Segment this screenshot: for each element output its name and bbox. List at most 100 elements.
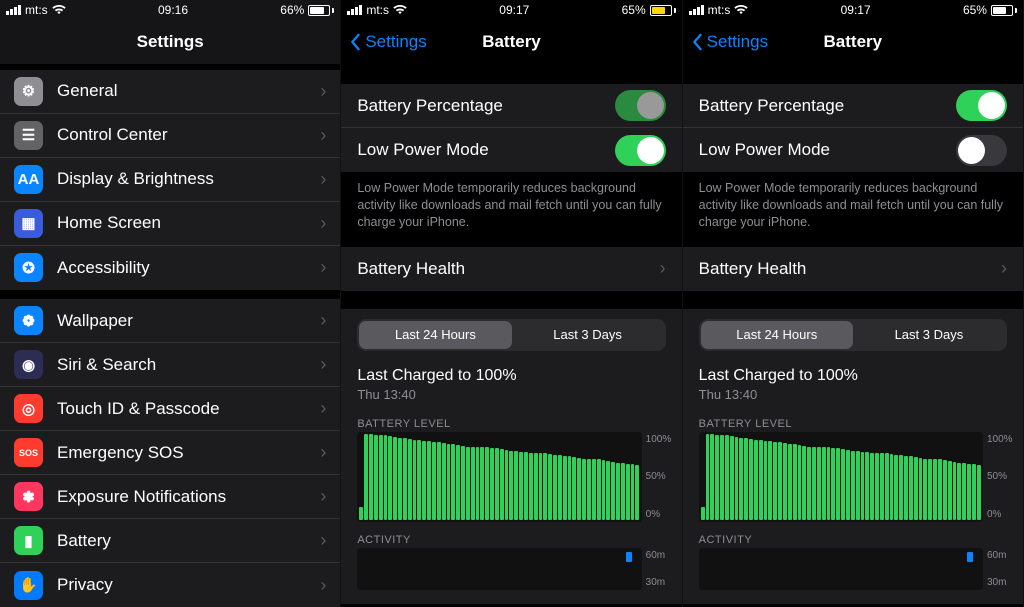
signal-icon [6,5,21,15]
page-title: Settings [137,32,204,52]
segment-last-24-hours[interactable]: Last 24 Hours [701,321,853,349]
segment-last-3-days[interactable]: Last 3 Days [512,321,664,349]
chevron-right-icon: › [320,398,326,419]
settings-row-exposure-notifications[interactable]: ✽ Exposure Notifications› [0,475,340,519]
last-charged-title: Last Charged to 100% [699,367,1007,385]
low-power-description: Low Power Mode temporarily reduces backg… [683,172,1023,247]
home-screen-icon: ▦ [14,209,43,238]
battery-level-yaxis: 100%50%0% [983,432,1019,522]
chevron-right-icon: › [320,575,326,596]
signal-icon [347,5,362,15]
chevron-right-icon: › [320,354,326,375]
settings-row-siri-search[interactable]: ◉ Siri & Search› [0,343,340,387]
last-charged-time: Thu 13:40 [699,387,1007,402]
row-label: Low Power Mode [699,140,956,160]
chevron-right-icon: › [320,257,326,278]
row-label: Exposure Notifications [57,487,320,507]
last-charged-block: Last Charged to 100% Thu 13:40 [341,361,681,412]
battery-icon [650,5,676,16]
carrier-label: mt:s [708,3,731,17]
battery-health-row[interactable]: Battery Health › [683,247,1023,291]
battery-health-row[interactable]: Battery Health › [341,247,681,291]
clock: 09:17 [841,3,871,17]
carrier-label: mt:s [366,3,389,17]
segment-last-24-hours[interactable]: Last 24 Hours [359,321,511,349]
settings-row-emergency-sos[interactable]: SOS Emergency SOS› [0,431,340,475]
low-power-mode-toggle[interactable] [615,135,666,166]
chevron-right-icon: › [320,169,326,190]
signal-icon [689,5,704,15]
row-label: Battery Health [357,259,659,279]
row-label: Emergency SOS [57,443,320,463]
touch-id-passcode-icon: ◎ [14,394,43,423]
chevron-left-icon [349,33,361,51]
emergency-sos-icon: SOS [14,438,43,467]
chevron-right-icon: › [320,530,326,551]
control-center-icon: ☰ [14,121,43,150]
settings-row-battery[interactable]: ▮Battery› [0,519,340,563]
chevron-right-icon: › [320,486,326,507]
siri-search-icon: ◉ [14,350,43,379]
low-power-mode-row: Low Power Mode [683,128,1023,172]
low-power-mode-row: Low Power Mode [341,128,681,172]
battery-icon [308,5,334,16]
exposure-notifications-icon: ✽ [14,482,43,511]
page-title: Battery [482,32,541,52]
back-button[interactable]: Settings [349,32,426,52]
nav-header: Settings [0,20,340,64]
row-label: General [57,81,320,101]
chevron-left-icon [691,33,703,51]
chevron-right-icon: › [320,442,326,463]
last-charged-block: Last Charged to 100% Thu 13:40 [683,361,1023,412]
settings-row-display-brightness[interactable]: AADisplay & Brightness› [0,158,340,202]
settings-row-home-screen[interactable]: ▦ Home Screen› [0,202,340,246]
activity-yaxis: 60m30m [983,548,1019,590]
low-power-description: Low Power Mode temporarily reduces backg… [341,172,681,247]
battery-icon: ▮ [14,526,43,555]
low-power-mode-toggle[interactable] [956,135,1007,166]
last-charged-title: Last Charged to 100% [357,367,665,385]
settings-row-general[interactable]: ⚙ General› [0,70,340,114]
battery-level-title: BATTERY LEVEL [683,412,1023,432]
settings-row-privacy[interactable]: ✋ Privacy› [0,563,340,607]
chevron-right-icon: › [320,310,326,331]
battery-percentage-toggle[interactable] [956,90,1007,121]
row-label: Battery Percentage [699,96,956,116]
settings-row-wallpaper[interactable]: ❁Wallpaper› [0,299,340,343]
battery-percentage-row: Battery Percentage [341,84,681,128]
wifi-icon [393,5,407,15]
nav-header: Settings Battery [341,20,681,64]
privacy-icon: ✋ [14,571,43,600]
row-label: Battery Percentage [357,96,614,116]
battery-percentage: 66% [280,3,304,17]
settings-row-touch-id-passcode[interactable]: ◎Touch ID & Passcode› [0,387,340,431]
display-brightness-icon: AA [14,165,43,194]
settings-row-accessibility[interactable]: ✪ Accessibility› [0,246,340,290]
chevron-right-icon: › [320,213,326,234]
general-icon: ⚙ [14,77,43,106]
row-label: Privacy [57,575,320,595]
activity-title: ACTIVITY [683,528,1023,548]
settings-row-control-center[interactable]: ☰Control Center› [0,114,340,158]
activity-chart [357,548,641,590]
battery-level-yaxis: 100%50%0% [642,432,678,522]
accessibility-icon: ✪ [14,253,43,282]
battery-level-title: BATTERY LEVEL [341,412,681,432]
battery-percentage-toggle[interactable] [615,90,666,121]
status-bar: mt:s 09:17 65% [683,0,1023,20]
chevron-right-icon: › [320,81,326,102]
row-label: Home Screen [57,213,320,233]
back-label: Settings [365,32,426,52]
row-label: Siri & Search [57,355,320,375]
time-range-segmented: Last 24 Hours Last 3 Days [699,319,1007,351]
battery-level-chart [699,432,983,522]
segment-last-3-days[interactable]: Last 3 Days [853,321,1005,349]
row-label: Accessibility [57,258,320,278]
last-charged-time: Thu 13:40 [357,387,665,402]
battery-level-chart [357,432,641,522]
clock: 09:16 [158,3,188,17]
time-range-segmented: Last 24 Hours Last 3 Days [357,319,665,351]
battery-percentage: 65% [622,3,646,17]
back-button[interactable]: Settings [691,32,768,52]
chevron-right-icon: › [1001,258,1007,279]
